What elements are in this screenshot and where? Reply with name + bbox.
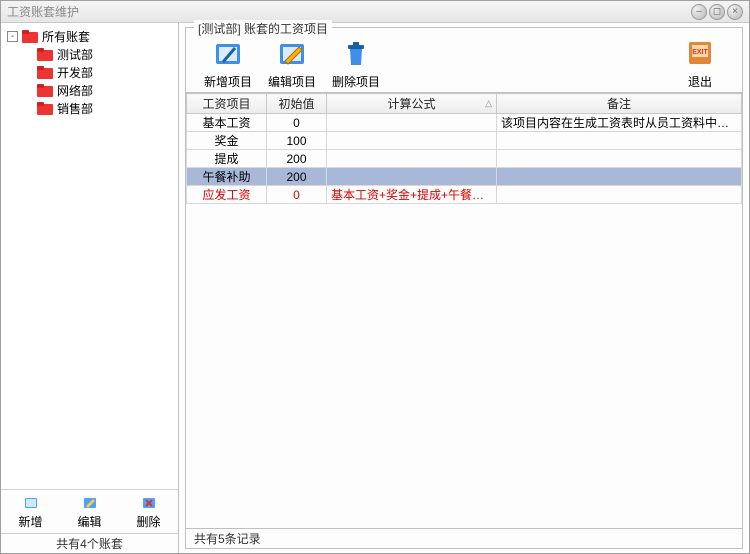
cell-formula bbox=[327, 132, 497, 150]
cell-remark bbox=[497, 186, 742, 204]
cell-item: 奖金 bbox=[187, 132, 267, 150]
tree-item-label: 网络部 bbox=[57, 82, 93, 99]
col-item[interactable]: 工资项目 bbox=[187, 94, 267, 114]
right-status: 共有5条记录 bbox=[185, 529, 743, 549]
item-toolbar: 新增项目 编辑项目 删除项目 bbox=[186, 28, 742, 92]
cell-init: 200 bbox=[267, 150, 327, 168]
col-init[interactable]: 初始值 bbox=[267, 94, 327, 114]
add-item-label: 新增项目 bbox=[204, 73, 252, 90]
delete-icon bbox=[140, 494, 158, 512]
table-row[interactable]: 午餐补助200 bbox=[187, 168, 742, 186]
cell-init: 0 bbox=[267, 186, 327, 204]
cell-formula bbox=[327, 114, 497, 132]
window-title: 工资账套维护 bbox=[7, 3, 691, 20]
folder-icon bbox=[37, 66, 53, 79]
edit-item-button[interactable]: 编辑项目 bbox=[260, 37, 324, 90]
left-panel: - 所有账套 测试部开发部网络部销售部 新增 编辑 bbox=[1, 23, 179, 553]
add-icon bbox=[22, 494, 40, 512]
exit-label: 退出 bbox=[688, 73, 712, 90]
cell-formula bbox=[327, 150, 497, 168]
folder-icon bbox=[22, 30, 38, 43]
tree-root-label: 所有账套 bbox=[42, 28, 90, 45]
window-buttons: – ◻ × bbox=[691, 4, 743, 20]
edit-label: 编辑 bbox=[77, 513, 101, 530]
cell-item: 基本工资 bbox=[187, 114, 267, 132]
minimize-button[interactable]: – bbox=[691, 4, 707, 20]
table-row[interactable]: 应发工资0基本工资+奖金+提成+午餐补助 bbox=[187, 186, 742, 204]
account-tree[interactable]: - 所有账套 测试部开发部网络部销售部 bbox=[1, 23, 178, 489]
cell-remark bbox=[497, 132, 742, 150]
cell-item: 应发工资 bbox=[187, 186, 267, 204]
body: - 所有账套 测试部开发部网络部销售部 新增 编辑 bbox=[1, 23, 749, 553]
expand-icon[interactable]: - bbox=[7, 31, 18, 42]
items-table: 工资项目 初始值 计算公式△ 备注 基本工资0该项目内容在生成工资表时从员工资料… bbox=[186, 93, 742, 204]
table-row[interactable]: 提成200 bbox=[187, 150, 742, 168]
cell-item: 午餐补助 bbox=[187, 168, 267, 186]
tree-item[interactable]: 网络部 bbox=[3, 81, 176, 99]
col-remark[interactable]: 备注 bbox=[497, 94, 742, 114]
maximize-button[interactable]: ◻ bbox=[709, 4, 725, 20]
tree-item[interactable]: 销售部 bbox=[3, 99, 176, 117]
table-row[interactable]: 奖金100 bbox=[187, 132, 742, 150]
tree-root[interactable]: - 所有账套 bbox=[3, 27, 176, 45]
cell-init: 0 bbox=[267, 114, 327, 132]
exit-button[interactable]: EXIT 退出 bbox=[668, 37, 732, 90]
left-status: 共有4个账套 bbox=[1, 533, 178, 553]
group-title: [测试部] 账套的工资项目 bbox=[194, 20, 332, 37]
cell-item: 提成 bbox=[187, 150, 267, 168]
cell-formula bbox=[327, 168, 497, 186]
delete-item-label: 删除项目 bbox=[332, 73, 380, 90]
exit-icon: EXIT bbox=[683, 37, 717, 71]
tree-item-label: 开发部 bbox=[57, 64, 93, 81]
delete-item-button[interactable]: 删除项目 bbox=[324, 37, 388, 90]
edit-item-label: 编辑项目 bbox=[268, 73, 316, 90]
delete-label: 删除 bbox=[136, 513, 160, 530]
folder-icon bbox=[37, 48, 53, 61]
cell-remark: 该项目内容在生成工资表时从员工资料中自动导入 bbox=[497, 114, 742, 132]
app-window: 工资账套维护 – ◻ × - 所有账套 测试部开发部网络部销售部 bbox=[0, 0, 750, 554]
cell-formula: 基本工资+奖金+提成+午餐补助 bbox=[327, 186, 497, 204]
svg-text:EXIT: EXIT bbox=[692, 49, 708, 56]
add-item-button[interactable]: 新增项目 bbox=[196, 37, 260, 90]
tree-item-label: 测试部 bbox=[57, 46, 93, 63]
salary-items-group: [测试部] 账套的工资项目 新增项目 编辑项目 bbox=[185, 27, 743, 529]
col-formula[interactable]: 计算公式△ bbox=[327, 94, 497, 114]
add-label: 新增 bbox=[18, 513, 42, 530]
delete-account-button[interactable]: 删除 bbox=[119, 490, 178, 533]
folder-icon bbox=[37, 102, 53, 115]
titlebar: 工资账套维护 – ◻ × bbox=[1, 1, 749, 23]
table-row[interactable]: 基本工资0 该项目内容在生成工资表时从员工资料中自动导入 bbox=[187, 114, 742, 132]
sort-indicator-icon: △ bbox=[485, 98, 492, 109]
left-toolbar: 新增 编辑 删除 bbox=[1, 489, 178, 533]
edit-icon bbox=[81, 494, 99, 512]
delete-item-icon bbox=[339, 37, 373, 71]
cell-init: 200 bbox=[267, 168, 327, 186]
edit-item-icon bbox=[275, 37, 309, 71]
cell-init: 100 bbox=[267, 132, 327, 150]
tree-item[interactable]: 开发部 bbox=[3, 63, 176, 81]
tree-item-label: 销售部 bbox=[57, 100, 93, 117]
add-item-icon bbox=[211, 37, 245, 71]
edit-account-button[interactable]: 编辑 bbox=[60, 490, 119, 533]
tree-item[interactable]: 测试部 bbox=[3, 45, 176, 63]
add-account-button[interactable]: 新增 bbox=[1, 490, 60, 533]
table-header-row: 工资项目 初始值 计算公式△ 备注 bbox=[187, 94, 742, 114]
cell-remark bbox=[497, 168, 742, 186]
close-button[interactable]: × bbox=[727, 4, 743, 20]
right-panel: [测试部] 账套的工资项目 新增项目 编辑项目 bbox=[179, 23, 749, 553]
folder-icon bbox=[37, 84, 53, 97]
cell-remark bbox=[497, 150, 742, 168]
items-grid[interactable]: 工资项目 初始值 计算公式△ 备注 基本工资0该项目内容在生成工资表时从员工资料… bbox=[186, 92, 742, 528]
